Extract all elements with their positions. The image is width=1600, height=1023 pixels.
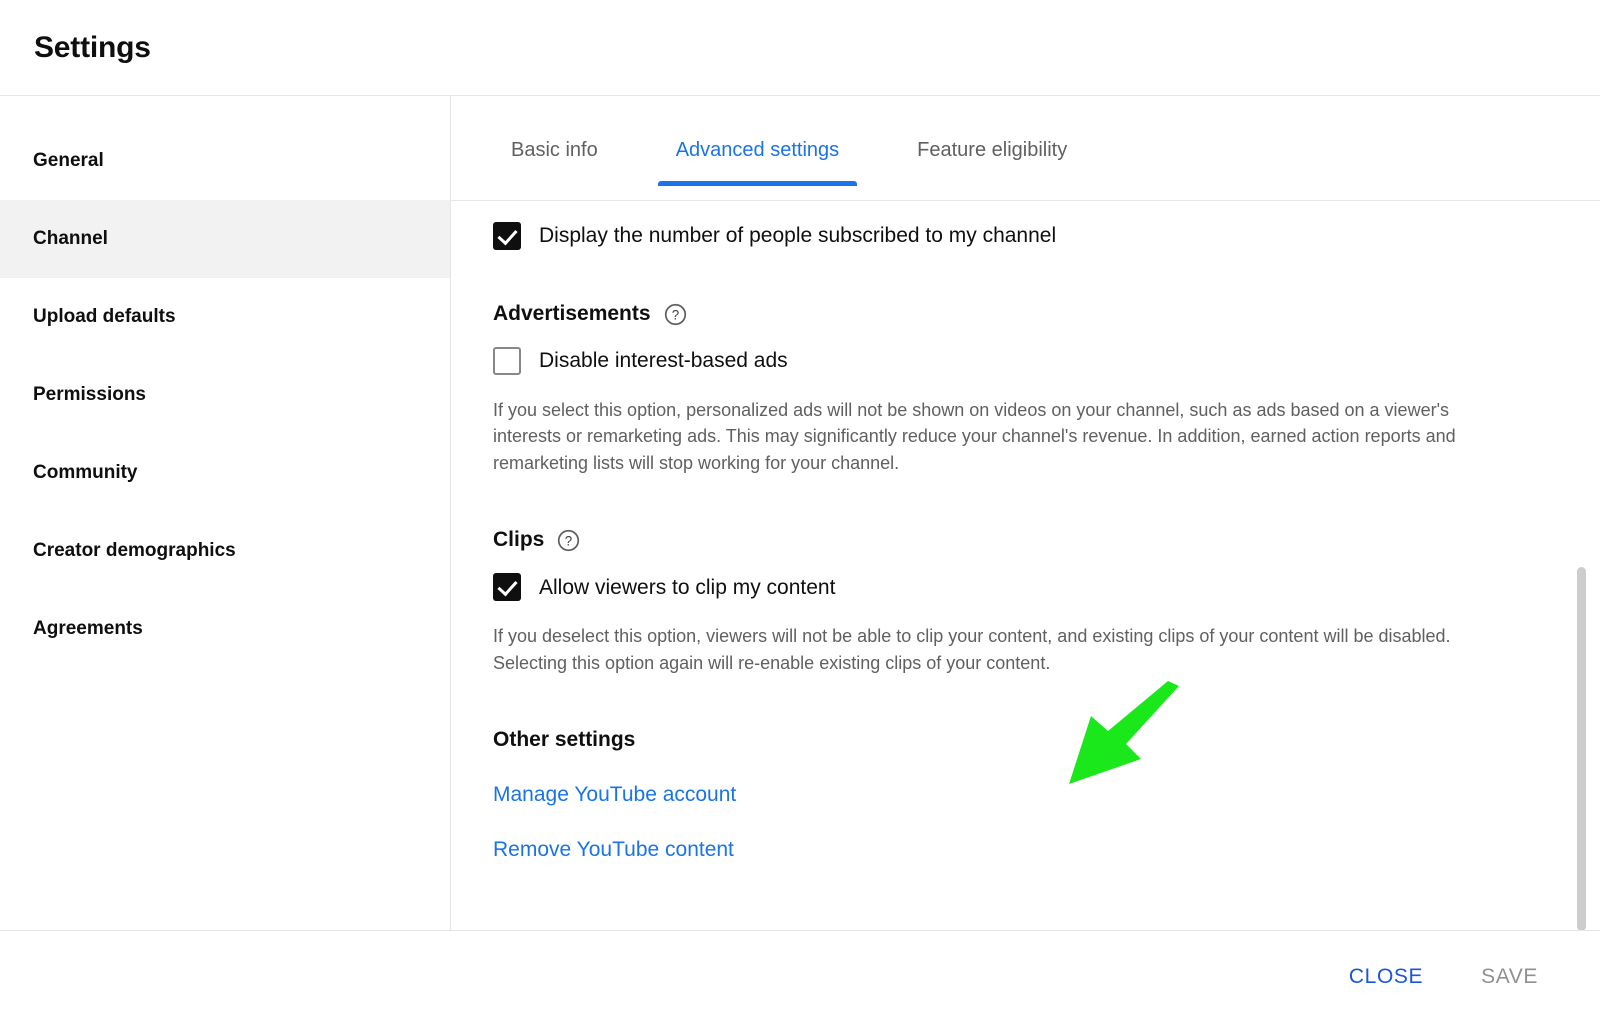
subscriber-count-label: Display the number of people subscribed …	[539, 223, 1056, 248]
sidebar-item-label: Creator demographics	[33, 540, 236, 562]
sidebar-item-label: General	[33, 150, 104, 172]
sidebar-item-permissions[interactable]: Permissions	[0, 356, 450, 434]
sidebar-item-label: Community	[33, 462, 138, 484]
clips-description: If you deselect this option, viewers wil…	[493, 623, 1493, 676]
tab-feature-eligibility[interactable]: Feature eligibility	[899, 139, 1085, 186]
dialog-body: General Channel Upload defaults Permissi…	[0, 96, 1600, 930]
settings-content: Basic info Advanced settings Feature eli…	[451, 96, 1600, 930]
remove-youtube-content-link[interactable]: Remove YouTube content	[493, 838, 734, 862]
page-title: Settings	[34, 31, 151, 65]
sidebar-item-agreements[interactable]: Agreements	[0, 590, 450, 668]
sidebar-item-label: Agreements	[33, 618, 143, 640]
sidebar-item-creator-demographics[interactable]: Creator demographics	[0, 512, 450, 590]
advertisements-section-header: Advertisements ?	[493, 302, 1600, 326]
allow-viewers-to-clip-row[interactable]: Allow viewers to clip my content	[493, 573, 1600, 601]
dialog-header: Settings	[0, 0, 1600, 96]
allow-viewers-to-clip-checkbox[interactable]	[493, 573, 521, 601]
sidebar-item-label: Upload defaults	[33, 306, 176, 328]
other-settings-title: Other settings	[493, 728, 1600, 752]
subscriber-count-checkbox[interactable]	[493, 222, 521, 250]
tab-label: Advanced settings	[676, 139, 839, 161]
sidebar-item-upload-defaults[interactable]: Upload defaults	[0, 278, 450, 356]
help-circle-icon[interactable]: ?	[557, 529, 580, 552]
advertisements-title: Advertisements	[493, 302, 651, 326]
help-circle-icon[interactable]: ?	[664, 303, 687, 326]
settings-scroll-area: Display the number of people subscribed …	[451, 201, 1600, 930]
tab-basic-info[interactable]: Basic info	[493, 139, 616, 186]
scrollbar-thumb[interactable]	[1577, 567, 1586, 930]
close-button[interactable]: CLOSE	[1327, 953, 1445, 1001]
subscriber-count-row[interactable]: Display the number of people subscribed …	[493, 222, 1600, 250]
sidebar-item-community[interactable]: Community	[0, 434, 450, 512]
advertisements-description: If you select this option, personalized …	[493, 397, 1493, 476]
clips-title: Clips	[493, 528, 544, 552]
sidebar-item-general[interactable]: General	[0, 122, 450, 200]
content-scrollbar[interactable]	[1576, 201, 1586, 930]
tab-label: Basic info	[511, 139, 598, 161]
tab-label: Feature eligibility	[917, 139, 1067, 161]
dialog-footer: CLOSE SAVE	[0, 930, 1600, 1023]
svg-text:?: ?	[565, 533, 572, 548]
allow-viewers-to-clip-label: Allow viewers to clip my content	[539, 575, 835, 600]
settings-sidebar: General Channel Upload defaults Permissi…	[0, 96, 451, 930]
sidebar-item-channel[interactable]: Channel	[0, 200, 450, 278]
clips-section-header: Clips ?	[493, 528, 1600, 552]
manage-youtube-account-link[interactable]: Manage YouTube account	[493, 783, 736, 807]
settings-dialog: Settings General Channel Upload defaults…	[0, 0, 1600, 1023]
tab-bar: Basic info Advanced settings Feature eli…	[451, 96, 1600, 201]
sidebar-item-label: Permissions	[33, 384, 146, 406]
disable-interest-based-ads-row[interactable]: Disable interest-based ads	[493, 347, 1600, 375]
sidebar-item-label: Channel	[33, 228, 108, 250]
disable-interest-based-ads-checkbox[interactable]	[493, 347, 521, 375]
disable-interest-based-ads-label: Disable interest-based ads	[539, 348, 788, 373]
svg-text:?: ?	[671, 307, 678, 322]
tab-advanced-settings[interactable]: Advanced settings	[658, 139, 857, 186]
save-button[interactable]: SAVE	[1459, 953, 1560, 1001]
